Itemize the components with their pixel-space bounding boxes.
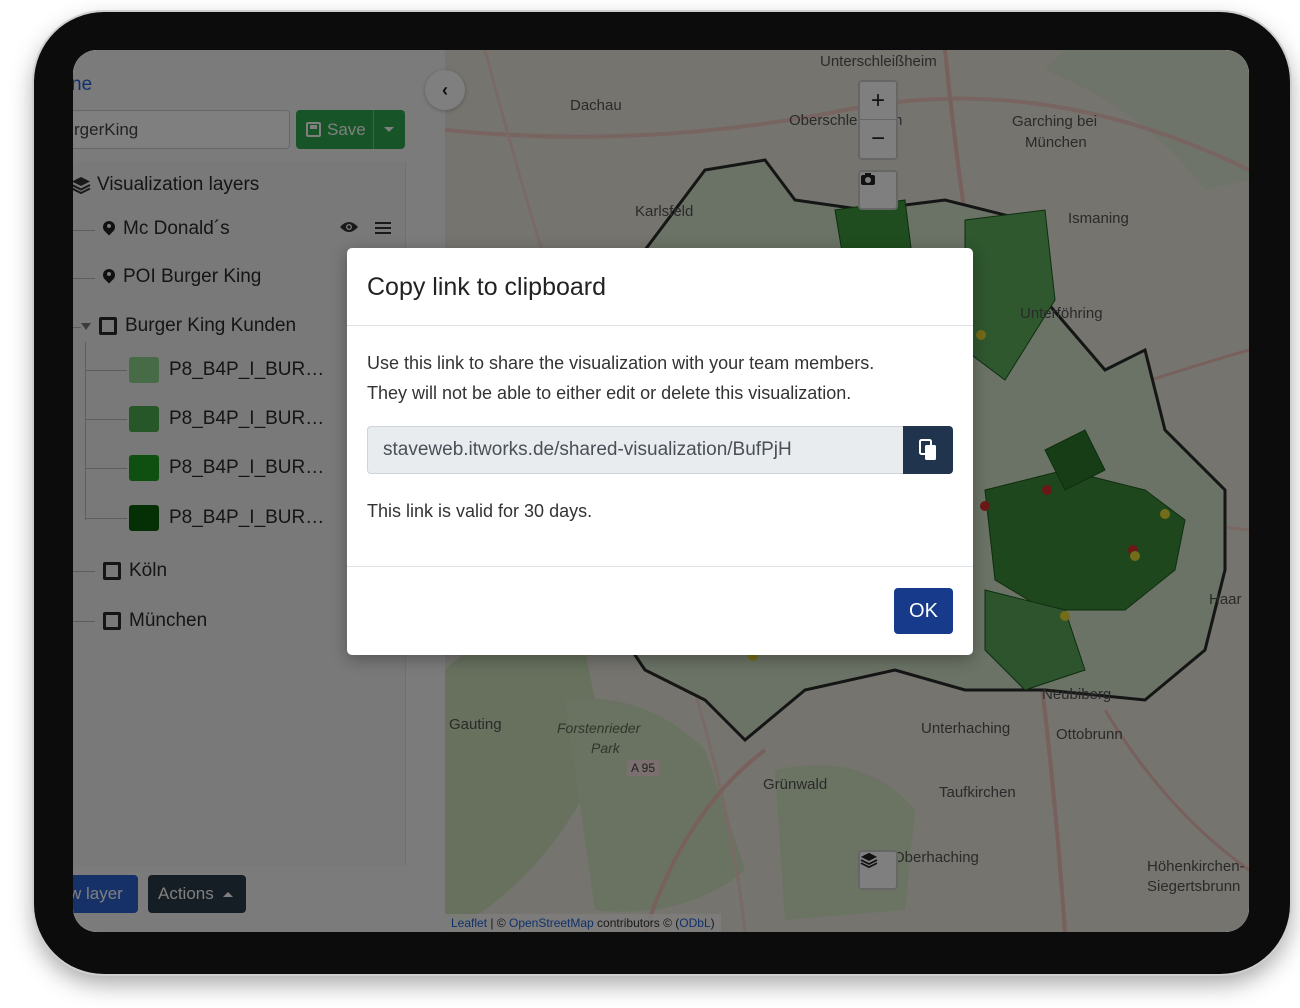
modal-title: Copy link to clipboard — [347, 248, 973, 326]
copy-link-modal: Copy link to clipboard Use this link to … — [347, 248, 973, 655]
share-link-group: staveweb.itworks.de/shared-visualization… — [367, 426, 953, 474]
link-validity-text: This link is valid for 30 days. — [367, 501, 593, 521]
app-screen: ne rgerKing Save Visualization layers — [73, 50, 1249, 932]
modal-description-line-2: They will not be able to either edit or … — [367, 383, 852, 403]
modal-footer: OK — [347, 566, 973, 655]
ok-button[interactable]: OK — [894, 588, 953, 634]
modal-body: Use this link to share the visualization… — [347, 326, 973, 526]
modal-description-line-1: Use this link to share the visualization… — [367, 353, 875, 373]
share-link-field[interactable]: staveweb.itworks.de/shared-visualization… — [367, 426, 903, 474]
copy-icon — [919, 439, 936, 460]
copy-to-clipboard-button[interactable] — [903, 426, 953, 474]
